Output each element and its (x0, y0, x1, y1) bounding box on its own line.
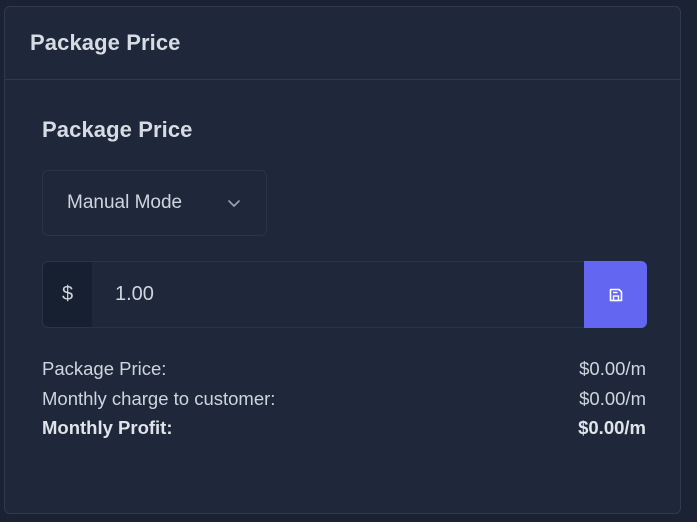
save-icon (609, 288, 622, 301)
summary-label: Package Price: (42, 358, 167, 379)
card-title: Package Price (30, 30, 181, 55)
summary-row-monthly-charge: Monthly charge to customer: $0.00/m (42, 384, 646, 414)
price-input[interactable] (92, 261, 584, 328)
summary-row-monthly-profit: Monthly Profit: $0.00/m (42, 413, 646, 443)
chevron-down-icon (228, 200, 240, 207)
package-price-card: Package Price Package Price Manual Mode … (4, 6, 681, 514)
summary-value: $0.00/m (578, 417, 646, 438)
summary-value: $0.00/m (579, 387, 646, 409)
mode-select-value: Manual Mode (67, 192, 183, 213)
summary-row-package-price: Package Price: $0.00/m (42, 354, 646, 384)
currency-prefix: $ (42, 261, 92, 328)
mode-select[interactable]: Manual Mode (42, 170, 267, 236)
section-title: Package Price (42, 117, 193, 142)
summary-value: $0.00/m (579, 358, 646, 379)
summary-label: Monthly Profit: (42, 417, 173, 438)
card-header: Package Price (5, 7, 680, 80)
price-input-group: $ (42, 261, 647, 328)
save-button[interactable] (584, 261, 647, 328)
summary-label: Monthly charge to customer: (42, 387, 276, 409)
price-summary: Package Price: $0.00/m Monthly charge to… (42, 354, 646, 443)
